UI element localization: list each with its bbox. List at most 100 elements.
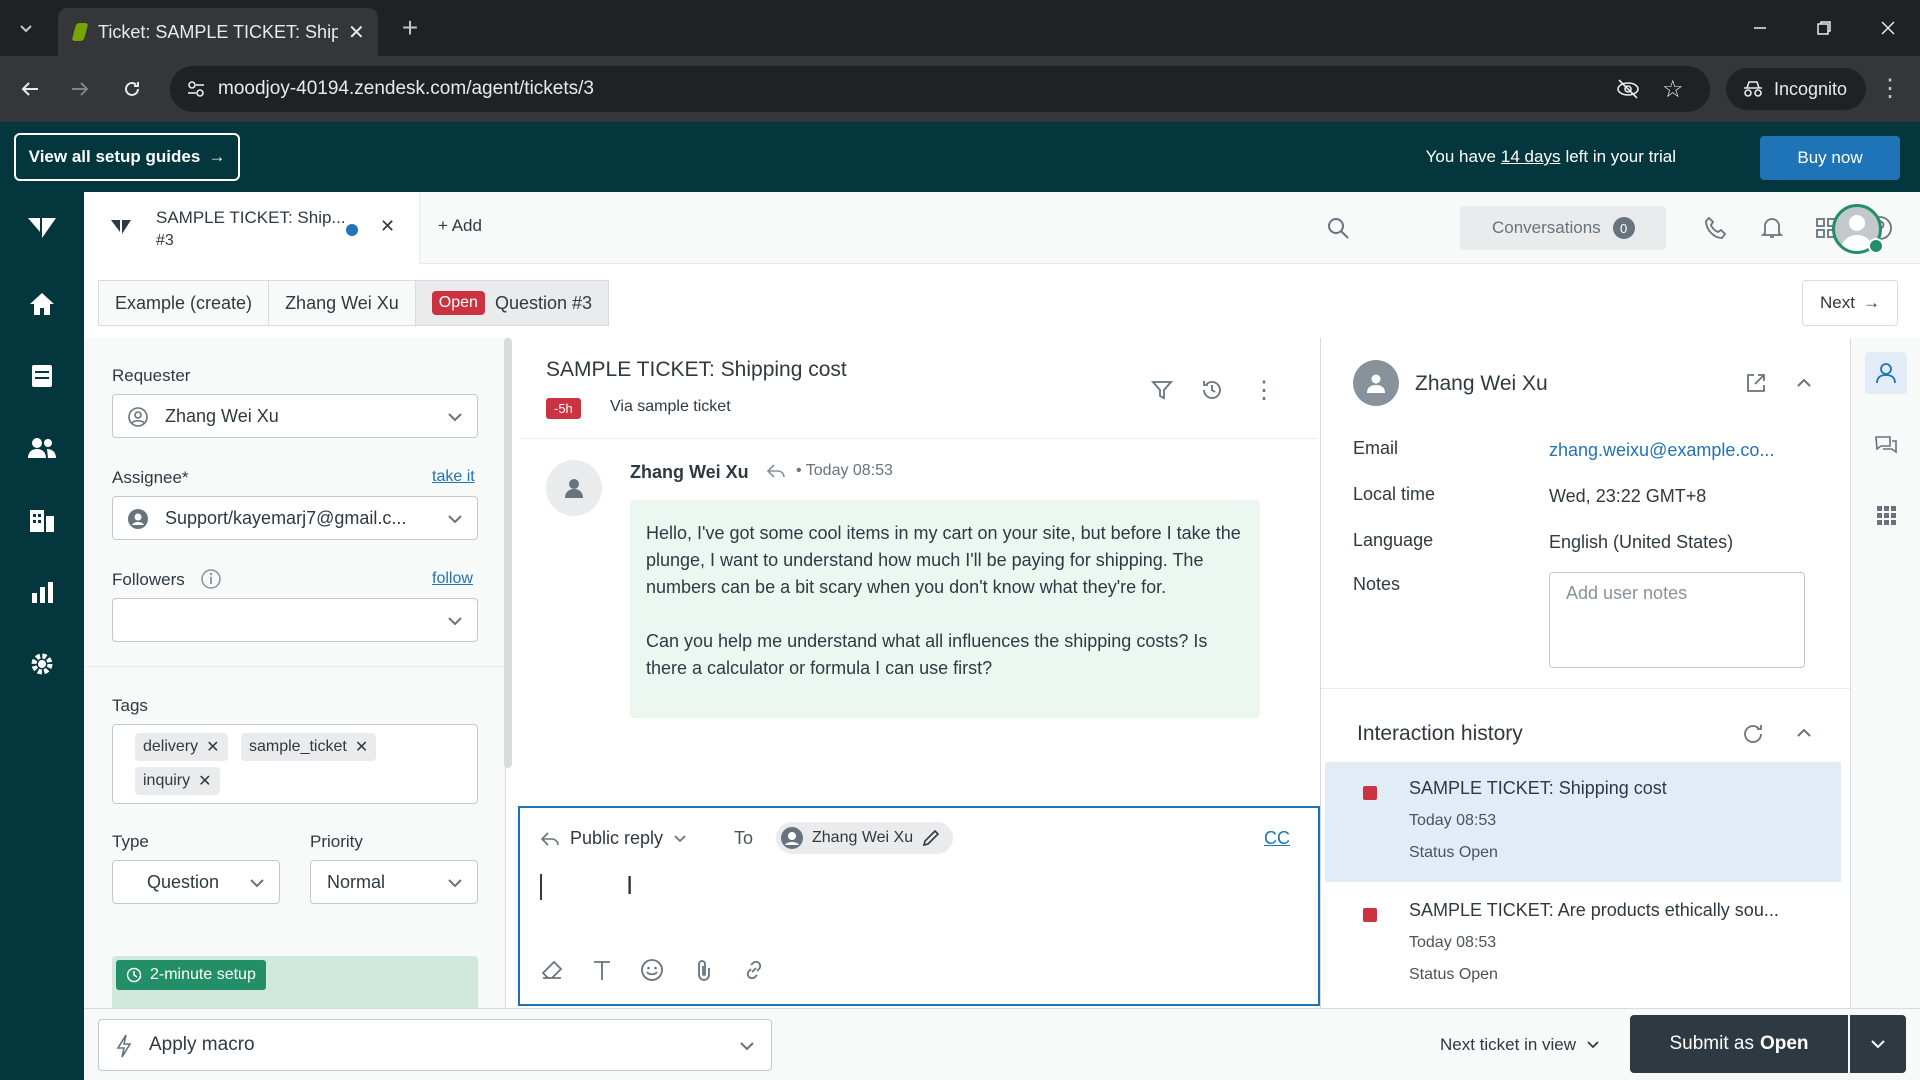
forward-icon[interactable] <box>60 69 100 109</box>
priority-select[interactable]: Normal <box>310 860 478 904</box>
eye-off-icon[interactable] <box>1616 77 1640 101</box>
followers-select[interactable] <box>112 598 478 642</box>
link-icon[interactable] <box>738 954 770 986</box>
ticket-subject: SAMPLE TICKET: Shipping cost <box>546 358 847 381</box>
filter-icon[interactable] <box>1146 374 1178 406</box>
bookmark-star-icon[interactable]: ☆ <box>1662 75 1684 104</box>
tag-inquiry: inquiry ✕ <box>135 767 220 795</box>
recipient-pill[interactable]: Zhang Wei Xu <box>776 822 954 854</box>
reporting-icon[interactable] <box>22 572 62 612</box>
history-item[interactable]: SAMPLE TICKET: Shipping cost Today 08:53… <box>1325 762 1841 882</box>
apps-icon[interactable] <box>1865 494 1907 536</box>
notifications-bell-icon[interactable] <box>1754 210 1790 246</box>
customer-context-icon[interactable] <box>1865 352 1907 394</box>
email-value[interactable]: zhang.weixu@example.co... <box>1549 440 1774 461</box>
next-ticket-in-view-dropdown[interactable]: Next ticket in view <box>1440 1035 1600 1055</box>
plus-icon: + <box>438 216 452 235</box>
remove-tag-icon[interactable]: ✕ <box>355 737 368 757</box>
breadcrumb-requester[interactable]: Zhang Wei Xu <box>268 280 416 326</box>
trial-suffix: left in your trial <box>1565 147 1676 166</box>
close-ticket-tab-icon[interactable]: ✕ <box>380 216 395 237</box>
apply-macro-select[interactable]: Apply macro <box>98 1019 772 1071</box>
tags-input[interactable]: delivery ✕ sample_ticket ✕ inquiry ✕ <box>112 724 478 804</box>
assignee-select[interactable]: Support/kayemarj7@gmail.c... <box>112 496 478 540</box>
phone-icon[interactable] <box>1698 210 1734 246</box>
knowledge-chat-icon[interactable] <box>1865 424 1907 466</box>
edit-pencil-icon[interactable] <box>921 828 941 848</box>
home-icon[interactable] <box>22 284 62 324</box>
chevron-up-icon[interactable] <box>1795 374 1813 392</box>
app-header: SAMPLE TICKET: Ship... #3 ✕ + Add Conver… <box>84 192 1920 264</box>
requester-select[interactable]: Zhang Wei Xu <box>112 394 478 438</box>
customers-icon[interactable] <box>22 428 62 468</box>
history-item[interactable]: SAMPLE TICKET: Are products ethically so… <box>1325 884 1841 1004</box>
text-format-icon[interactable] <box>586 954 618 986</box>
emoji-icon[interactable] <box>636 954 668 986</box>
reply-type-dropdown[interactable]: Public reply <box>540 828 687 849</box>
refresh-icon[interactable] <box>1741 722 1765 746</box>
buy-now-button[interactable]: Buy now <box>1760 136 1900 180</box>
breadcrumb-ticket-label: Question #3 <box>494 292 593 313</box>
customer-name[interactable]: Zhang Wei Xu <box>1415 372 1548 396</box>
tag-label: sample_ticket <box>249 738 347 755</box>
breadcrumb-organization[interactable]: Example (create) <box>98 280 270 326</box>
restore-icon[interactable] <box>1804 8 1844 48</box>
remove-tag-icon[interactable]: ✕ <box>206 737 219 757</box>
info-icon[interactable] <box>200 568 222 590</box>
minimize-icon[interactable] <box>1740 8 1780 48</box>
tag-delivery: delivery ✕ <box>135 733 228 761</box>
search-icon[interactable] <box>1320 210 1356 246</box>
arrow-right-icon: → <box>1862 293 1880 312</box>
browser-tab[interactable]: Ticket: SAMPLE TICKET: Shippin ✕ <box>58 8 378 56</box>
online-status-icon <box>1868 238 1884 254</box>
chevron-up-icon[interactable] <box>1795 724 1813 742</box>
trial-days-link[interactable]: 14 days <box>1501 147 1561 167</box>
setup-guides-button[interactable]: View all setup guides → <box>14 133 240 181</box>
history-icon[interactable] <box>1196 374 1228 406</box>
eraser-icon[interactable] <box>536 954 568 986</box>
breadcrumb-ticket[interactable]: Open Question #3 <box>414 280 610 326</box>
open-external-icon[interactable] <box>1745 372 1767 394</box>
new-tab-icon[interactable]: + <box>390 8 430 48</box>
submit-button[interactable]: Submit as Open <box>1630 1015 1848 1073</box>
site-info-icon[interactable] <box>186 79 206 99</box>
reply-composer[interactable]: Public reply To Zhang Wei Xu CC I <box>518 806 1320 1006</box>
customer-avatar <box>1353 360 1399 406</box>
conversations-label: Conversations <box>1492 218 1601 237</box>
user-notes-field[interactable]: Add user notes <box>1549 572 1805 668</box>
address-bar[interactable]: moodjoy-40194.zendesk.com/agent/tickets/… <box>170 66 1710 112</box>
tab-search-icon[interactable] <box>6 8 46 48</box>
chevron-down-icon <box>447 613 463 629</box>
add-tab-button[interactable]: + Add <box>438 216 482 236</box>
incognito-icon <box>1744 81 1762 97</box>
submit-options-button[interactable] <box>1850 1015 1906 1073</box>
conversations-count-badge: 0 <box>1612 217 1635 239</box>
next-ticket-button[interactable]: Next → <box>1802 280 1898 326</box>
close-window-icon[interactable] <box>1868 8 1908 48</box>
admin-gear-icon[interactable] <box>22 644 62 684</box>
chevron-down-icon <box>249 875 265 891</box>
conversations-button[interactable]: Conversations 0 <box>1460 206 1666 250</box>
ticket-tab[interactable]: SAMPLE TICKET: Ship... #3 ✕ <box>84 192 420 264</box>
more-options-icon[interactable]: ⋮ <box>1248 374 1280 406</box>
setup-card[interactable]: 2-minute setup <box>112 956 478 1008</box>
take-it-link[interactable]: take it <box>432 468 475 486</box>
browser-menu-icon[interactable]: ⋮ <box>1870 68 1910 108</box>
remove-tag-icon[interactable]: ✕ <box>198 771 211 791</box>
reload-icon[interactable] <box>112 69 152 109</box>
message-author[interactable]: Zhang Wei Xu <box>630 462 749 483</box>
follow-link[interactable]: follow <box>432 570 473 588</box>
attachment-icon[interactable] <box>688 954 720 986</box>
organizations-icon[interactable] <box>22 500 62 540</box>
type-select[interactable]: Question <box>112 860 280 904</box>
cc-link[interactable]: CC <box>1264 828 1290 849</box>
views-icon[interactable] <box>22 356 62 396</box>
zendesk-favicon-icon <box>71 23 89 41</box>
scrollbar[interactable] <box>504 338 512 768</box>
back-icon[interactable] <box>10 69 50 109</box>
incognito-indicator[interactable]: Incognito <box>1726 68 1866 110</box>
divider <box>84 666 506 667</box>
close-tab-icon[interactable]: ✕ <box>348 20 365 45</box>
unsaved-indicator <box>346 224 358 236</box>
zendesk-logo-icon[interactable] <box>22 208 62 248</box>
